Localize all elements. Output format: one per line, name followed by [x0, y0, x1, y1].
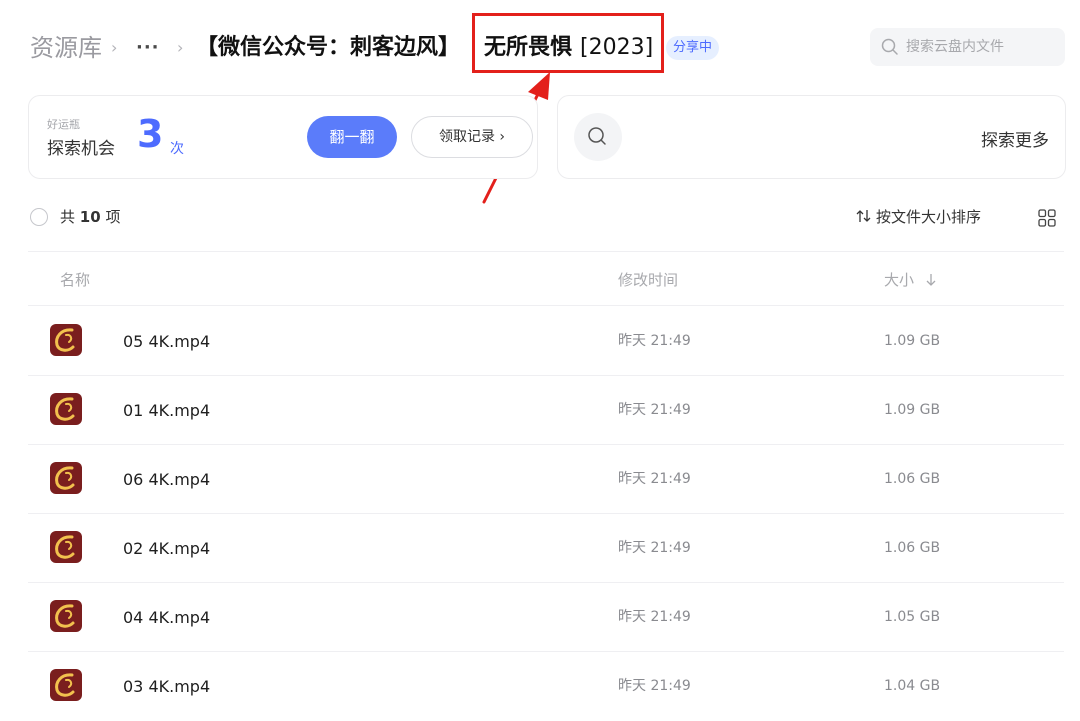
sort-arrows-icon	[856, 210, 871, 222]
explore-chances-label: 探索机会	[47, 139, 115, 159]
breadcrumb-separator: ›	[111, 38, 118, 57]
explore-icon-container	[574, 113, 622, 161]
search-input[interactable]: 搜索云盘内文件	[906, 28, 1004, 66]
file-modified: 昨天 21:49	[618, 471, 691, 487]
file-name: 01 4K.mp4	[123, 401, 211, 420]
video-file-icon	[50, 669, 82, 701]
file-name: 04 4K.mp4	[123, 608, 211, 627]
file-size: 1.04 GB	[884, 678, 941, 694]
column-header-size[interactable]: 大小	[884, 270, 937, 290]
table-row[interactable]: 04 4K.mp4 昨天 21:49 1.05 GB	[28, 583, 1064, 652]
video-file-icon	[50, 600, 82, 632]
file-size: 1.09 GB	[884, 402, 941, 418]
flip-button[interactable]: 翻一翻	[307, 116, 397, 158]
search-box[interactable]: 搜索云盘内文件	[870, 28, 1065, 66]
file-modified: 昨天 21:49	[618, 333, 691, 349]
file-size: 1.06 GB	[884, 471, 941, 487]
table-row[interactable]: 02 4K.mp4 昨天 21:49 1.06 GB	[28, 514, 1064, 583]
explore-more-label: 探索更多	[981, 131, 1049, 151]
column-header-name[interactable]: 名称	[60, 270, 90, 290]
video-file-icon	[50, 462, 82, 494]
breadcrumb-separator: ›	[177, 38, 184, 57]
table-row[interactable]: 03 4K.mp4 昨天 21:49 1.04 GB	[28, 652, 1064, 721]
table-row[interactable]: 05 4K.mp4 昨天 21:49 1.09 GB	[28, 307, 1064, 376]
breadcrumb-ellipsis[interactable]: ···	[136, 30, 160, 66]
file-modified: 昨天 21:49	[618, 402, 691, 418]
file-modified: 昨天 21:49	[618, 540, 691, 556]
breadcrumb-root[interactable]: 资源库	[30, 30, 102, 66]
grid-view-icon[interactable]	[1038, 209, 1056, 227]
table-row[interactable]: 01 4K.mp4 昨天 21:49 1.09 GB	[28, 376, 1064, 445]
count-suffix: 项	[105, 208, 121, 226]
file-size: 1.06 GB	[884, 540, 941, 556]
video-file-icon	[50, 531, 82, 563]
explore-more-card[interactable]: 探索更多	[557, 95, 1066, 179]
file-name: 03 4K.mp4	[123, 677, 211, 696]
select-all-checkbox[interactable]	[30, 208, 48, 226]
count-value: 10	[79, 208, 101, 226]
highlight-box	[472, 13, 664, 73]
lucky-bottle-label: 好运瓶	[47, 118, 80, 131]
share-status-badge[interactable]: 分享中	[666, 36, 720, 60]
file-name: 06 4K.mp4	[123, 470, 211, 489]
file-name: 02 4K.mp4	[123, 539, 211, 558]
divider	[28, 305, 1064, 306]
file-name: 05 4K.mp4	[123, 332, 211, 351]
sort-label: 按文件大小排序	[876, 208, 982, 226]
table-row[interactable]: 06 4K.mp4 昨天 21:49 1.06 GB	[28, 445, 1064, 514]
chances-unit: 次	[170, 141, 184, 157]
claim-record-button[interactable]: 领取记录 ›	[411, 116, 533, 158]
count-prefix: 共	[60, 208, 76, 226]
item-count: 共 10 项	[60, 206, 120, 228]
divider	[28, 251, 1064, 252]
video-file-icon	[50, 393, 82, 425]
lucky-bottle-card: 好运瓶 探索机会 3 次 翻一翻 领取记录 ›	[28, 95, 538, 179]
file-size: 1.09 GB	[884, 333, 941, 349]
file-modified: 昨天 21:49	[618, 678, 691, 694]
chances-count: 3	[137, 112, 164, 156]
video-file-icon	[50, 324, 82, 356]
column-header-modified[interactable]: 修改时间	[618, 270, 678, 290]
file-size: 1.05 GB	[884, 609, 941, 625]
breadcrumb-parent-folder[interactable]: 【微信公众号：刺客边风】	[196, 30, 460, 66]
search-icon	[588, 127, 606, 145]
file-modified: 昨天 21:49	[618, 609, 691, 625]
search-icon	[881, 38, 898, 55]
sort-button[interactable]: 按文件大小排序	[856, 206, 981, 228]
column-header-size-label: 大小	[884, 271, 915, 289]
arrow-down-icon	[926, 274, 936, 286]
